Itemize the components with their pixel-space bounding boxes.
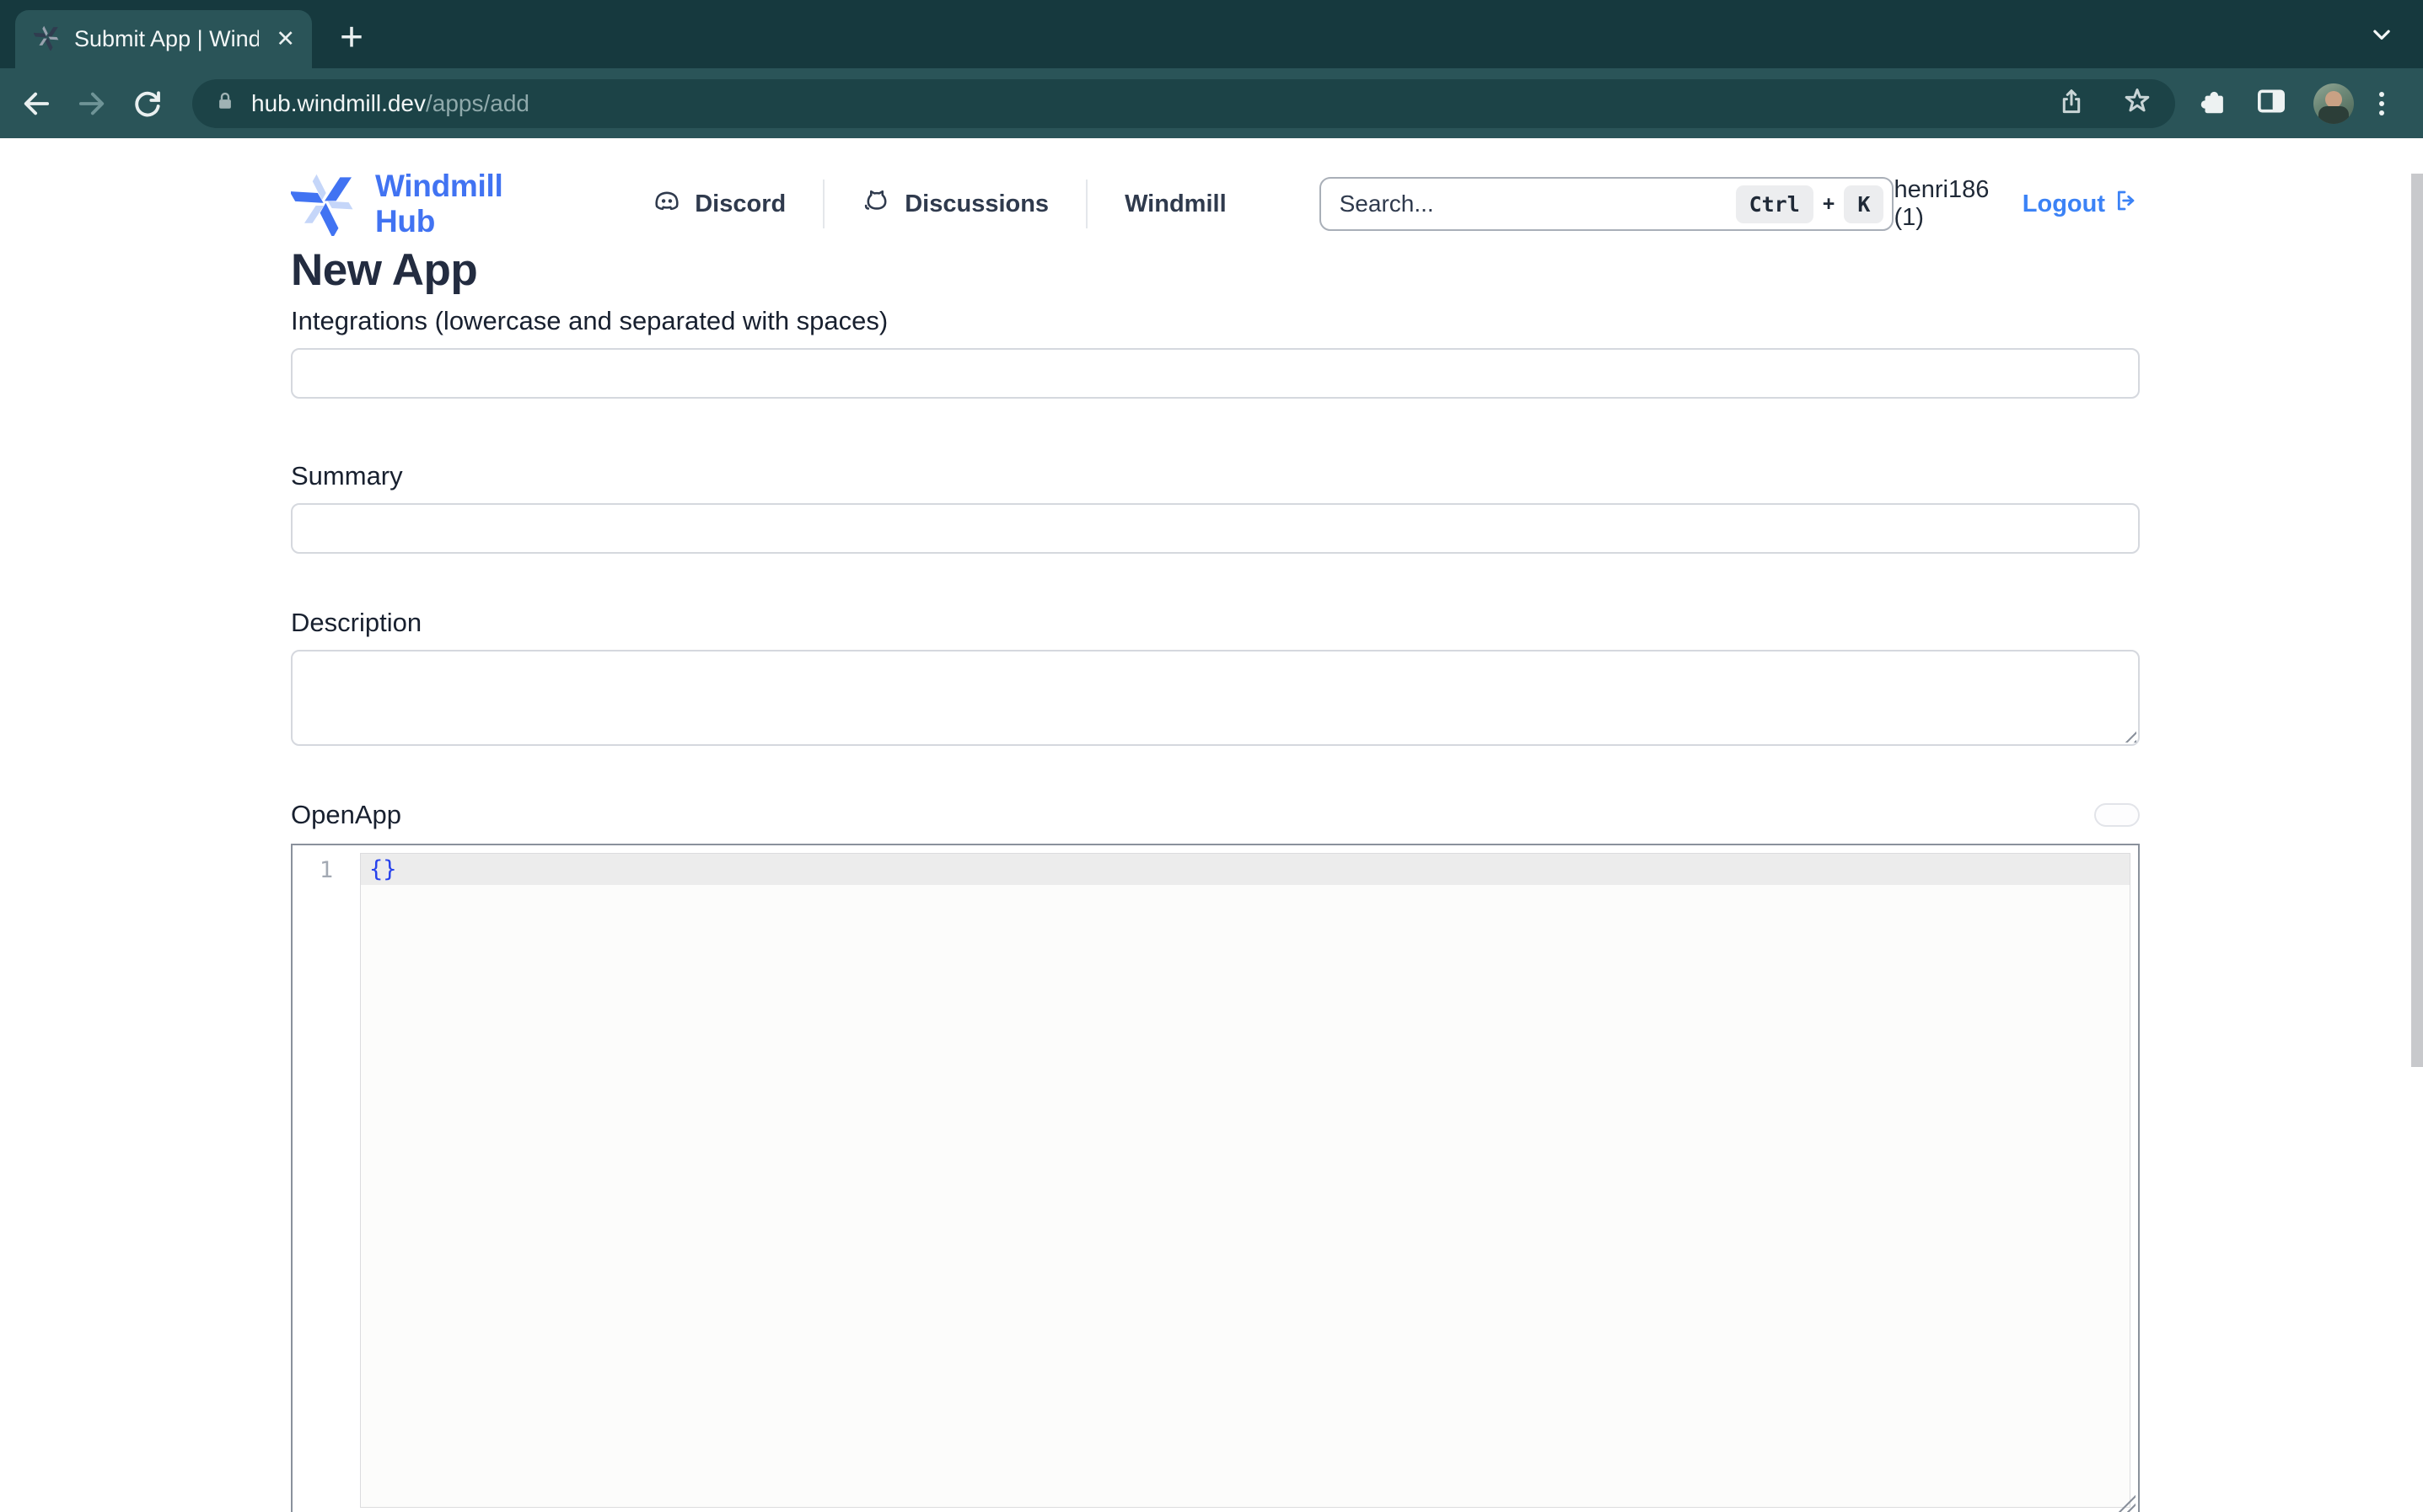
kbd-plus: + [1823, 192, 1835, 217]
search-input[interactable] [1340, 190, 1736, 217]
openapp-code-editor[interactable]: 1 {} [291, 844, 2140, 1512]
url-host: hub.windmill.dev [251, 90, 426, 116]
username: henri186 (1) [1894, 176, 2001, 232]
windmill-logo-icon [291, 169, 358, 240]
page-scrollbar[interactable] [2411, 174, 2423, 1067]
description-textarea[interactable] [291, 650, 2140, 746]
url-path: /apps/add [426, 90, 529, 116]
nav-label-windmill: Windmill [1125, 190, 1227, 218]
field-openapp: OpenApp 1 {} [291, 800, 2140, 1512]
nav-separator [1086, 180, 1088, 228]
logout-icon [2113, 187, 2140, 221]
browser-toolbar: hub.windmill.dev/apps/add [0, 68, 2423, 138]
header-nav: Discord Discussions Windmill [652, 180, 1226, 228]
description-label: Description [291, 608, 2140, 638]
tab-title: Submit App | Windmill Hub [74, 26, 259, 52]
integrations-input[interactable] [291, 348, 2140, 399]
extensions-puzzle-icon[interactable] [2197, 85, 2229, 121]
kbd-ctrl: Ctrl [1736, 185, 1813, 223]
logout-link[interactable]: Logout [2023, 187, 2140, 221]
field-summary: Summary [291, 461, 2140, 554]
back-icon[interactable] [17, 84, 56, 123]
integrations-label: Integrations (lowercase and separated wi… [291, 306, 2140, 336]
editor-line-number: 1 [293, 853, 360, 1508]
side-panel-icon[interactable] [2254, 84, 2288, 122]
brand-name: Windmill Hub [375, 169, 546, 239]
tab-close-icon[interactable]: ✕ [272, 24, 298, 54]
browser-tab[interactable]: Submit App | Windmill Hub ✕ [15, 10, 312, 68]
summary-input[interactable] [291, 503, 2140, 554]
user-area: henri186 (1) Logout [1894, 176, 2140, 232]
forward-icon[interactable] [73, 84, 111, 123]
share-icon[interactable] [2055, 85, 2087, 121]
openapp-label: OpenApp [291, 800, 401, 830]
kbd-k: K [1844, 185, 1883, 223]
site-header: Windmill Hub Discord Discussions [291, 169, 2140, 239]
editor-code-area[interactable]: {} [360, 853, 2130, 1508]
discussions-octocat-icon [862, 185, 892, 223]
reload-icon[interactable] [128, 84, 167, 123]
nav-separator [823, 180, 825, 228]
favicon-windmill-icon [34, 24, 61, 55]
tab-strip: Submit App | Windmill Hub ✕ + [0, 0, 2423, 68]
page-content: Windmill Hub Discord Discussions [0, 169, 2423, 1512]
discord-icon [652, 185, 682, 223]
nav-item-discord[interactable]: Discord [652, 185, 786, 223]
browser-chrome: Submit App | Windmill Hub ✕ + hub.windmi… [0, 0, 2423, 138]
nav-item-windmill[interactable]: Windmill [1125, 190, 1227, 218]
nav-item-discussions[interactable]: Discussions [862, 185, 1049, 223]
summary-label: Summary [291, 461, 2140, 491]
new-tab-button[interactable]: + [325, 10, 378, 64]
page-title: New App [291, 244, 2140, 296]
editor-current-line[interactable]: {} [361, 854, 2130, 885]
field-integrations: Integrations (lowercase and separated wi… [291, 306, 2140, 399]
url-text: hub.windmill.dev/apps/add [251, 90, 529, 117]
menu-icon[interactable] [2379, 88, 2384, 120]
tab-search-chevron-icon[interactable] [2369, 22, 2394, 51]
nav-label-discord: Discord [695, 190, 786, 218]
profile-avatar[interactable] [2313, 83, 2354, 124]
brand[interactable]: Windmill Hub [291, 169, 546, 240]
bookmark-star-icon[interactable] [2121, 85, 2153, 121]
field-description: Description [291, 608, 2140, 746]
search-box[interactable]: Ctrl + K [1319, 177, 1894, 231]
nav-label-discussions: Discussions [905, 190, 1049, 218]
url-bar[interactable]: hub.windmill.dev/apps/add [192, 79, 2175, 128]
editor-toggle[interactable] [2094, 803, 2140, 827]
logout-label: Logout [2023, 190, 2105, 218]
lock-icon[interactable] [212, 88, 238, 118]
